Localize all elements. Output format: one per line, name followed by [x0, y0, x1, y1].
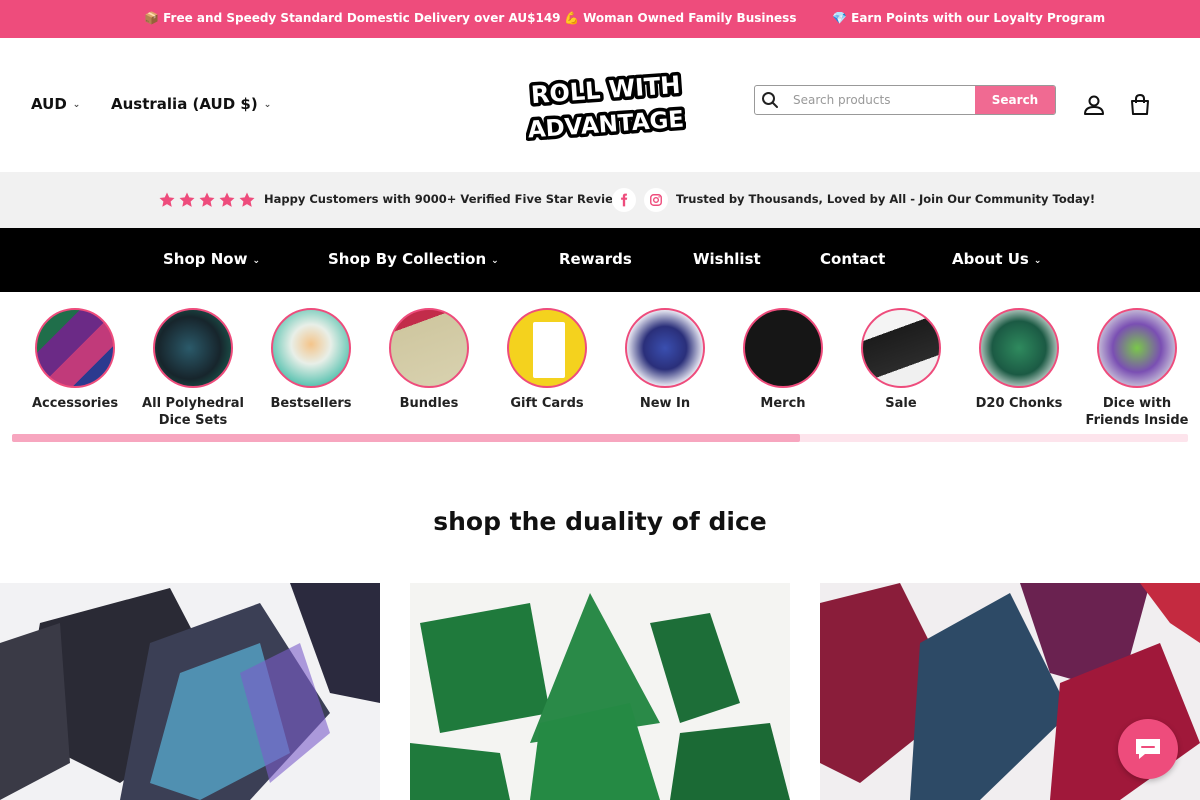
- nav-label: Shop Now: [163, 250, 248, 268]
- search-button[interactable]: Search: [975, 86, 1055, 114]
- collection-label: D20 Chonks: [975, 396, 1063, 411]
- collection-sale[interactable]: Sale: [846, 308, 956, 412]
- announcement-loyalty: 💎 Earn Points with our Loyalty Program: [832, 11, 1106, 25]
- svg-text:ROLL WITH: ROLL WITH: [530, 71, 681, 109]
- star-icon: [219, 192, 235, 207]
- nav-label: Wishlist: [693, 250, 761, 268]
- svg-text:ADVANTAGE: ADVANTAGE: [527, 107, 685, 142]
- collection-image: [861, 308, 941, 388]
- community-text: Trusted by Thousands, Loved by All - Joi…: [676, 192, 1096, 206]
- collection-image: [979, 308, 1059, 388]
- reviews-text: Happy Customers with 9000+ Verified Five…: [264, 192, 631, 206]
- nav-label: Shop By Collection: [328, 250, 487, 268]
- chevron-down-icon: ⌄: [252, 255, 261, 266]
- collection-label: New In: [639, 396, 691, 411]
- search-form: Search: [754, 85, 1056, 115]
- section-title: shop the duality of dice: [433, 507, 767, 536]
- nav-rewards[interactable]: Rewards: [559, 250, 632, 268]
- collection-image: [153, 308, 233, 388]
- nav-shop-by-collection[interactable]: Shop By Collection ⌄: [328, 250, 499, 268]
- chevron-down-icon: ⌄: [491, 255, 499, 266]
- product-card-blue-dice[interactable]: [0, 583, 380, 800]
- collection-label: Accessories: [31, 396, 119, 411]
- announcement-family-business: 💪 Woman Owned Family Business: [564, 11, 797, 25]
- collection-scrollbar-thumb[interactable]: [12, 434, 800, 442]
- chat-icon: [1136, 739, 1160, 759]
- collection-image: [507, 308, 587, 388]
- collection-bestsellers[interactable]: Bestsellers: [256, 308, 366, 412]
- product-card-green-dice[interactable]: [410, 583, 790, 800]
- collection-label: Merch: [760, 396, 806, 411]
- roll-with-advantage-logo[interactable]: ROLL WITH ROLL WITH ADVANTAGE ADVANTAGE: [526, 64, 686, 142]
- collection-image: [271, 308, 351, 388]
- collection-image: [625, 308, 705, 388]
- collection-scrollbar[interactable]: [12, 434, 1188, 442]
- country-selector[interactable]: Australia (AUD $) ⌄: [111, 95, 271, 113]
- collection-dice-with-friends[interactable]: Dice with Friends Inside: [1082, 308, 1192, 429]
- chevron-down-icon: ⌄: [72, 100, 81, 110]
- instagram-icon: [650, 194, 662, 206]
- nav-shop-now[interactable]: Shop Now ⌄: [163, 250, 260, 268]
- green-dice-image: [410, 583, 790, 800]
- five-star-rating: [158, 191, 256, 209]
- collection-merch[interactable]: Merch: [728, 308, 838, 412]
- facebook-icon: [621, 193, 628, 207]
- collection-all-polyhedral[interactable]: All Polyhedral Dice Sets: [138, 308, 248, 429]
- nav-about-us[interactable]: About Us ⌄: [952, 250, 1041, 268]
- collection-image: [389, 308, 469, 388]
- collection-new-in[interactable]: New In: [610, 308, 720, 412]
- facebook-link[interactable]: [612, 188, 636, 212]
- collection-label: Bestsellers: [270, 396, 352, 411]
- main-nav: Shop Now ⌄ Shop By Collection ⌄ Rewards …: [0, 228, 1200, 292]
- announcement-delivery: 📦 Free and Speedy Standard Domestic Deli…: [144, 11, 561, 25]
- collection-image: [35, 308, 115, 388]
- currency-label: AUD: [31, 95, 67, 113]
- search-input[interactable]: [785, 86, 975, 114]
- blue-dice-image: [0, 583, 380, 800]
- collection-label: Bundles: [399, 396, 459, 411]
- collection-bundles[interactable]: Bundles: [374, 308, 484, 412]
- collection-d20-chonks[interactable]: D20 Chonks: [964, 308, 1074, 412]
- chat-button[interactable]: [1118, 719, 1178, 779]
- site-header: AUD ⌄ Australia (AUD $) ⌄ ROLL WITH ROLL…: [0, 38, 1200, 172]
- chevron-down-icon: ⌄: [1033, 255, 1042, 266]
- nav-contact[interactable]: Contact: [820, 250, 885, 268]
- cart-icon[interactable]: [1128, 93, 1152, 117]
- nav-label: Rewards: [559, 250, 632, 268]
- announcement-bar: 📦 Free and Speedy Standard Domestic Deli…: [0, 0, 1200, 38]
- country-label: Australia (AUD $): [111, 95, 258, 113]
- account-icon[interactable]: [1082, 93, 1106, 117]
- chevron-down-icon: ⌄: [263, 100, 272, 110]
- trust-bar: Happy Customers with 9000+ Verified Five…: [0, 172, 1200, 228]
- nav-label: About Us: [952, 250, 1029, 268]
- star-icon: [179, 192, 195, 207]
- collection-accessories[interactable]: Accessories: [20, 308, 130, 412]
- star-icon: [159, 192, 175, 207]
- collection-label: Sale: [885, 396, 917, 411]
- collection-gift-cards[interactable]: Gift Cards: [492, 308, 602, 412]
- instagram-link[interactable]: [644, 188, 668, 212]
- currency-selector[interactable]: AUD ⌄: [31, 95, 80, 113]
- nav-wishlist[interactable]: Wishlist: [693, 250, 761, 268]
- collection-label: Dice with Friends Inside: [1085, 396, 1189, 428]
- collection-image: [1097, 308, 1177, 388]
- collection-label: Gift Cards: [510, 396, 584, 411]
- collection-image: [743, 308, 823, 388]
- collection-label: All Polyhedral Dice Sets: [142, 396, 244, 428]
- star-icon: [239, 192, 255, 207]
- search-icon: [755, 86, 785, 114]
- nav-label: Contact: [820, 250, 886, 268]
- star-icon: [199, 192, 215, 207]
